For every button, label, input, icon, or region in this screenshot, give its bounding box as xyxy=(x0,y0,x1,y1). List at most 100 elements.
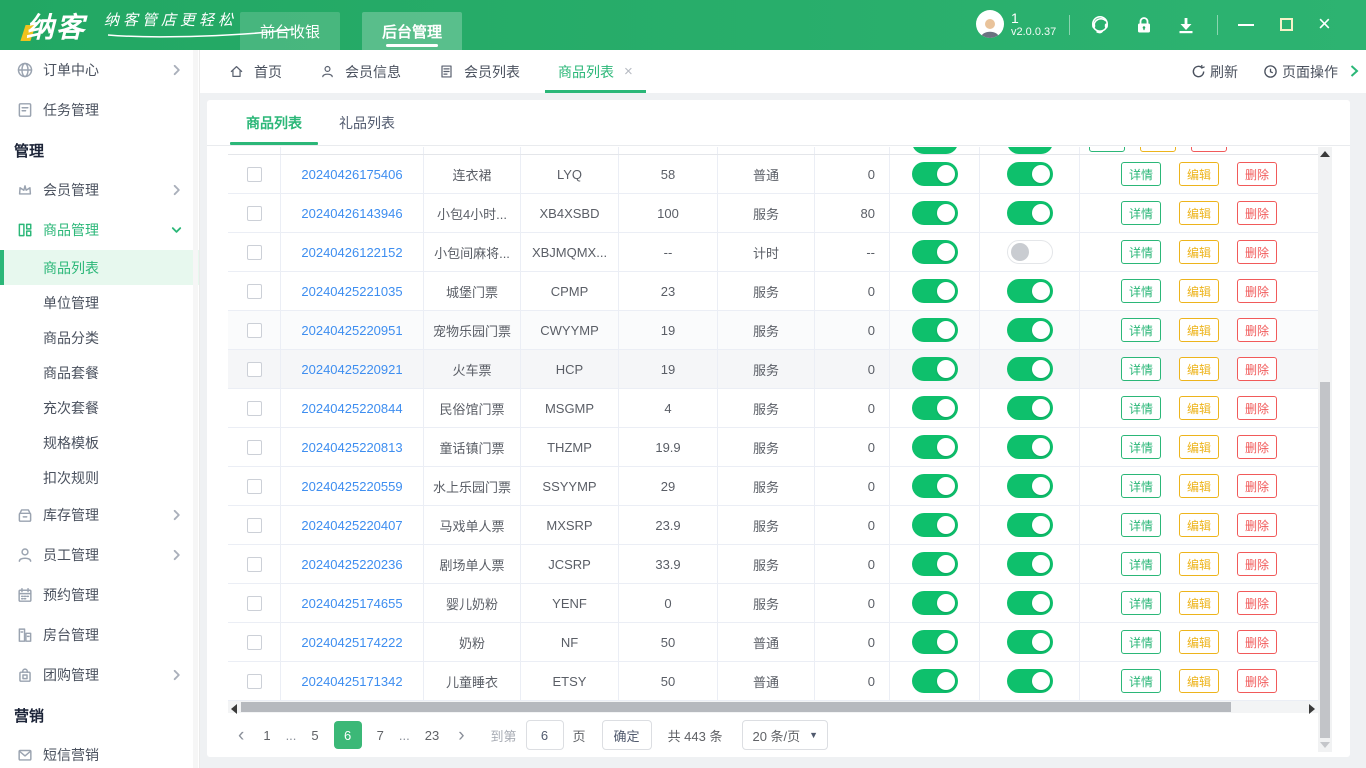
del-button[interactable]: 删除 xyxy=(1237,318,1277,342)
toggle-sale[interactable] xyxy=(912,357,958,381)
row-checkbox[interactable] xyxy=(247,518,262,533)
edit-button[interactable]: 编辑 xyxy=(1179,474,1219,498)
user-block[interactable]: 1 v2.0.0.37 xyxy=(976,10,1056,39)
page-number-1[interactable]: 1 xyxy=(263,728,270,743)
edit-button[interactable]: 编辑 xyxy=(1179,201,1219,225)
sidebar-item-商品管理[interactable]: 商品管理 xyxy=(0,210,199,250)
nav-front-cashier[interactable]: 前台收银 xyxy=(240,12,340,50)
toggle-sale[interactable] xyxy=(912,279,958,303)
detail-button[interactable]: 详情 xyxy=(1121,201,1161,225)
edit-button[interactable]: 编辑 xyxy=(1179,396,1219,420)
detail-button[interactable]: 详情 xyxy=(1121,513,1161,537)
sidebar-item-短信营销[interactable]: 短信营销 xyxy=(0,735,199,768)
detail-button[interactable]: 详情 xyxy=(1121,279,1161,303)
product-id-link[interactable]: 20240425220844 xyxy=(301,401,402,416)
toggle-shelf[interactable] xyxy=(1007,162,1053,186)
row-checkbox[interactable] xyxy=(247,557,262,572)
sidebar-subitem-商品分类[interactable]: 商品分类 xyxy=(0,320,199,355)
scroll-down-arrow-icon[interactable] xyxy=(1320,742,1330,748)
edit-button[interactable]: 编辑 xyxy=(1179,318,1219,342)
tab-gift-list[interactable]: 礼品列表 xyxy=(323,100,411,145)
row-checkbox[interactable] xyxy=(247,284,262,299)
detail-button[interactable]: 详情 xyxy=(1121,474,1161,498)
sidebar-subitem-单位管理[interactable]: 单位管理 xyxy=(0,285,199,320)
toggle-shelf[interactable] xyxy=(1007,396,1053,420)
download-icon[interactable] xyxy=(1174,13,1198,37)
detail-button[interactable]: 详情 xyxy=(1121,435,1161,459)
row-checkbox[interactable] xyxy=(247,596,262,611)
toggle-shelf[interactable] xyxy=(1007,357,1053,381)
product-id-link[interactable]: 20240426175406 xyxy=(301,167,402,182)
close-tab-icon[interactable]: × xyxy=(624,63,633,80)
toggle-sale[interactable] xyxy=(912,201,958,225)
toggle-shelf[interactable] xyxy=(1007,591,1053,615)
toggle-shelf[interactable] xyxy=(1007,201,1053,225)
page-number-5[interactable]: 5 xyxy=(311,728,318,743)
toggle-shelf[interactable] xyxy=(1007,669,1053,693)
page-operations-button[interactable]: 页面操作 xyxy=(1263,50,1338,93)
del-button[interactable]: 删除 xyxy=(1237,630,1277,654)
del-button[interactable]: 删除 xyxy=(1237,552,1277,576)
confirm-page-button[interactable]: 确定 xyxy=(602,720,652,750)
toggle-shelf[interactable] xyxy=(1007,513,1053,537)
window-close-button[interactable]: × xyxy=(1318,11,1331,37)
edit-button[interactable]: 编辑 xyxy=(1179,162,1219,186)
vertical-scrollbar[interactable] xyxy=(1318,147,1332,752)
sidebar-subitem-扣次规则[interactable]: 扣次规则 xyxy=(0,460,199,495)
toggle-sale[interactable] xyxy=(912,552,958,576)
lock-icon[interactable] xyxy=(1132,13,1156,37)
prev-page-chevron[interactable]: ‹ xyxy=(238,726,244,745)
sidebar-item-房台管理[interactable]: 房台管理 xyxy=(0,615,199,655)
product-id-link[interactable]: 20240425220236 xyxy=(301,557,402,572)
toggle-sale[interactable] xyxy=(912,669,958,693)
horizontal-scrollbar-thumb[interactable] xyxy=(241,702,1231,712)
page-operations-chevron-icon[interactable] xyxy=(1348,64,1360,83)
sidebar-item-库存管理[interactable]: 库存管理 xyxy=(0,495,199,535)
toggle-sale[interactable] xyxy=(912,396,958,420)
product-id-link[interactable]: 20240425171342 xyxy=(301,674,402,689)
toggle-shelf[interactable] xyxy=(1007,630,1053,654)
toggle-shelf[interactable] xyxy=(1007,552,1053,576)
edit-button[interactable]: 编辑 xyxy=(1179,669,1219,693)
detail-button[interactable]: 详情 xyxy=(1121,240,1161,264)
del-button[interactable]: 删除 xyxy=(1237,591,1277,615)
edit-button[interactable]: 编辑 xyxy=(1179,435,1219,459)
sidebar-subitem-规格模板[interactable]: 规格模板 xyxy=(0,425,199,460)
del-button[interactable]: 删除 xyxy=(1237,396,1277,420)
product-id-link[interactable]: 20240425220921 xyxy=(301,362,402,377)
refresh-button[interactable]: 刷新 xyxy=(1191,50,1238,93)
detail-button[interactable]: 详情 xyxy=(1121,357,1161,381)
page-tab-3[interactable]: 会员列表 xyxy=(426,50,533,93)
edit-button[interactable]: 编辑 xyxy=(1179,513,1219,537)
toggle-shelf[interactable] xyxy=(1007,279,1053,303)
del-button[interactable]: 删除 xyxy=(1237,357,1277,381)
page-tab-2[interactable]: 会员信息 xyxy=(307,50,414,93)
product-id-link[interactable]: 20240426143946 xyxy=(301,206,402,221)
sidebar-item-订单中心[interactable]: 订单中心 xyxy=(0,50,199,90)
page-number-23[interactable]: 23 xyxy=(425,728,439,743)
window-minimize-button[interactable] xyxy=(1238,24,1254,26)
del-button[interactable]: 删除 xyxy=(1237,513,1277,537)
del-button[interactable]: 删除 xyxy=(1237,162,1277,186)
sidebar-subitem-商品套餐[interactable]: 商品套餐 xyxy=(0,355,199,390)
del-button[interactable]: 删除 xyxy=(1237,669,1277,693)
row-checkbox[interactable] xyxy=(247,440,262,455)
toggle-sale[interactable] xyxy=(912,162,958,186)
customer-service-icon[interactable] xyxy=(1088,13,1112,37)
toggle-shelf[interactable] xyxy=(1007,474,1053,498)
row-checkbox[interactable] xyxy=(247,635,262,650)
product-id-link[interactable]: 20240425220951 xyxy=(301,323,402,338)
row-checkbox[interactable] xyxy=(247,362,262,377)
row-checkbox[interactable] xyxy=(247,323,262,338)
del-button[interactable]: 删除 xyxy=(1237,474,1277,498)
row-checkbox[interactable] xyxy=(247,167,262,182)
row-checkbox[interactable] xyxy=(247,401,262,416)
toggle-shelf[interactable] xyxy=(1007,240,1053,264)
detail-button[interactable]: 详情 xyxy=(1121,669,1161,693)
edit-button[interactable]: 编辑 xyxy=(1179,279,1219,303)
sidebar-subitem-充次套餐[interactable]: 充次套餐 xyxy=(0,390,199,425)
toggle-sale[interactable] xyxy=(912,513,958,537)
sidebar-subitem-商品列表[interactable]: 商品列表 xyxy=(0,250,199,285)
page-number-6[interactable]: 6 xyxy=(334,721,362,749)
edit-button[interactable]: 编辑 xyxy=(1179,630,1219,654)
